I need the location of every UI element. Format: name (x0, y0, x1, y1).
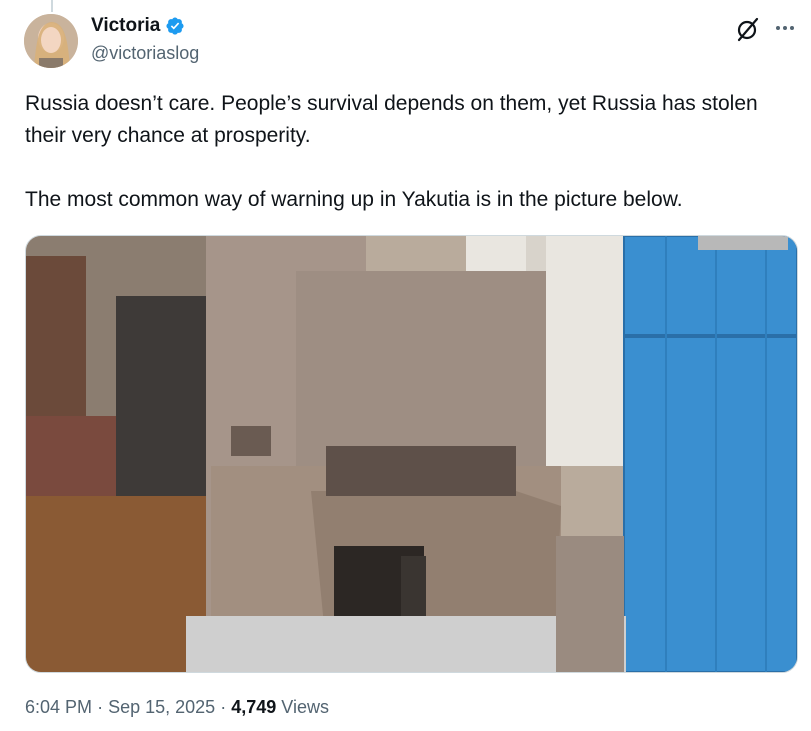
meta-separator: · (220, 697, 227, 717)
tweet-photo[interactable] (25, 235, 798, 673)
thread-connector-line (51, 0, 53, 12)
meta-separator: · (97, 697, 104, 717)
avatar-image (24, 14, 78, 68)
views-label: Views (281, 697, 329, 717)
tweet-time-link[interactable]: 6:04 PM · Sep 15, 2025 (25, 697, 215, 717)
author-handle[interactable]: @victoriaslog (91, 43, 199, 64)
verified-badge-icon[interactable] (165, 16, 185, 36)
tweet-meta: 6:04 PM · Sep 15, 2025 · 4,749 Views (25, 697, 329, 718)
views-count: 4,749 (231, 697, 277, 717)
tweet-text: Russia doesn’t care. People’s survival d… (25, 92, 758, 211)
tweet-date: Sep 15, 2025 (108, 697, 216, 717)
grok-icon[interactable] (735, 16, 761, 42)
brick-stove-photo (26, 236, 797, 672)
more-options-icon[interactable] (773, 16, 797, 40)
avatar[interactable] (24, 14, 78, 68)
tweet-time: 6:04 PM (25, 697, 93, 717)
author-name-row: Victoria (91, 14, 185, 38)
author-display-name[interactable]: Victoria (91, 14, 160, 38)
